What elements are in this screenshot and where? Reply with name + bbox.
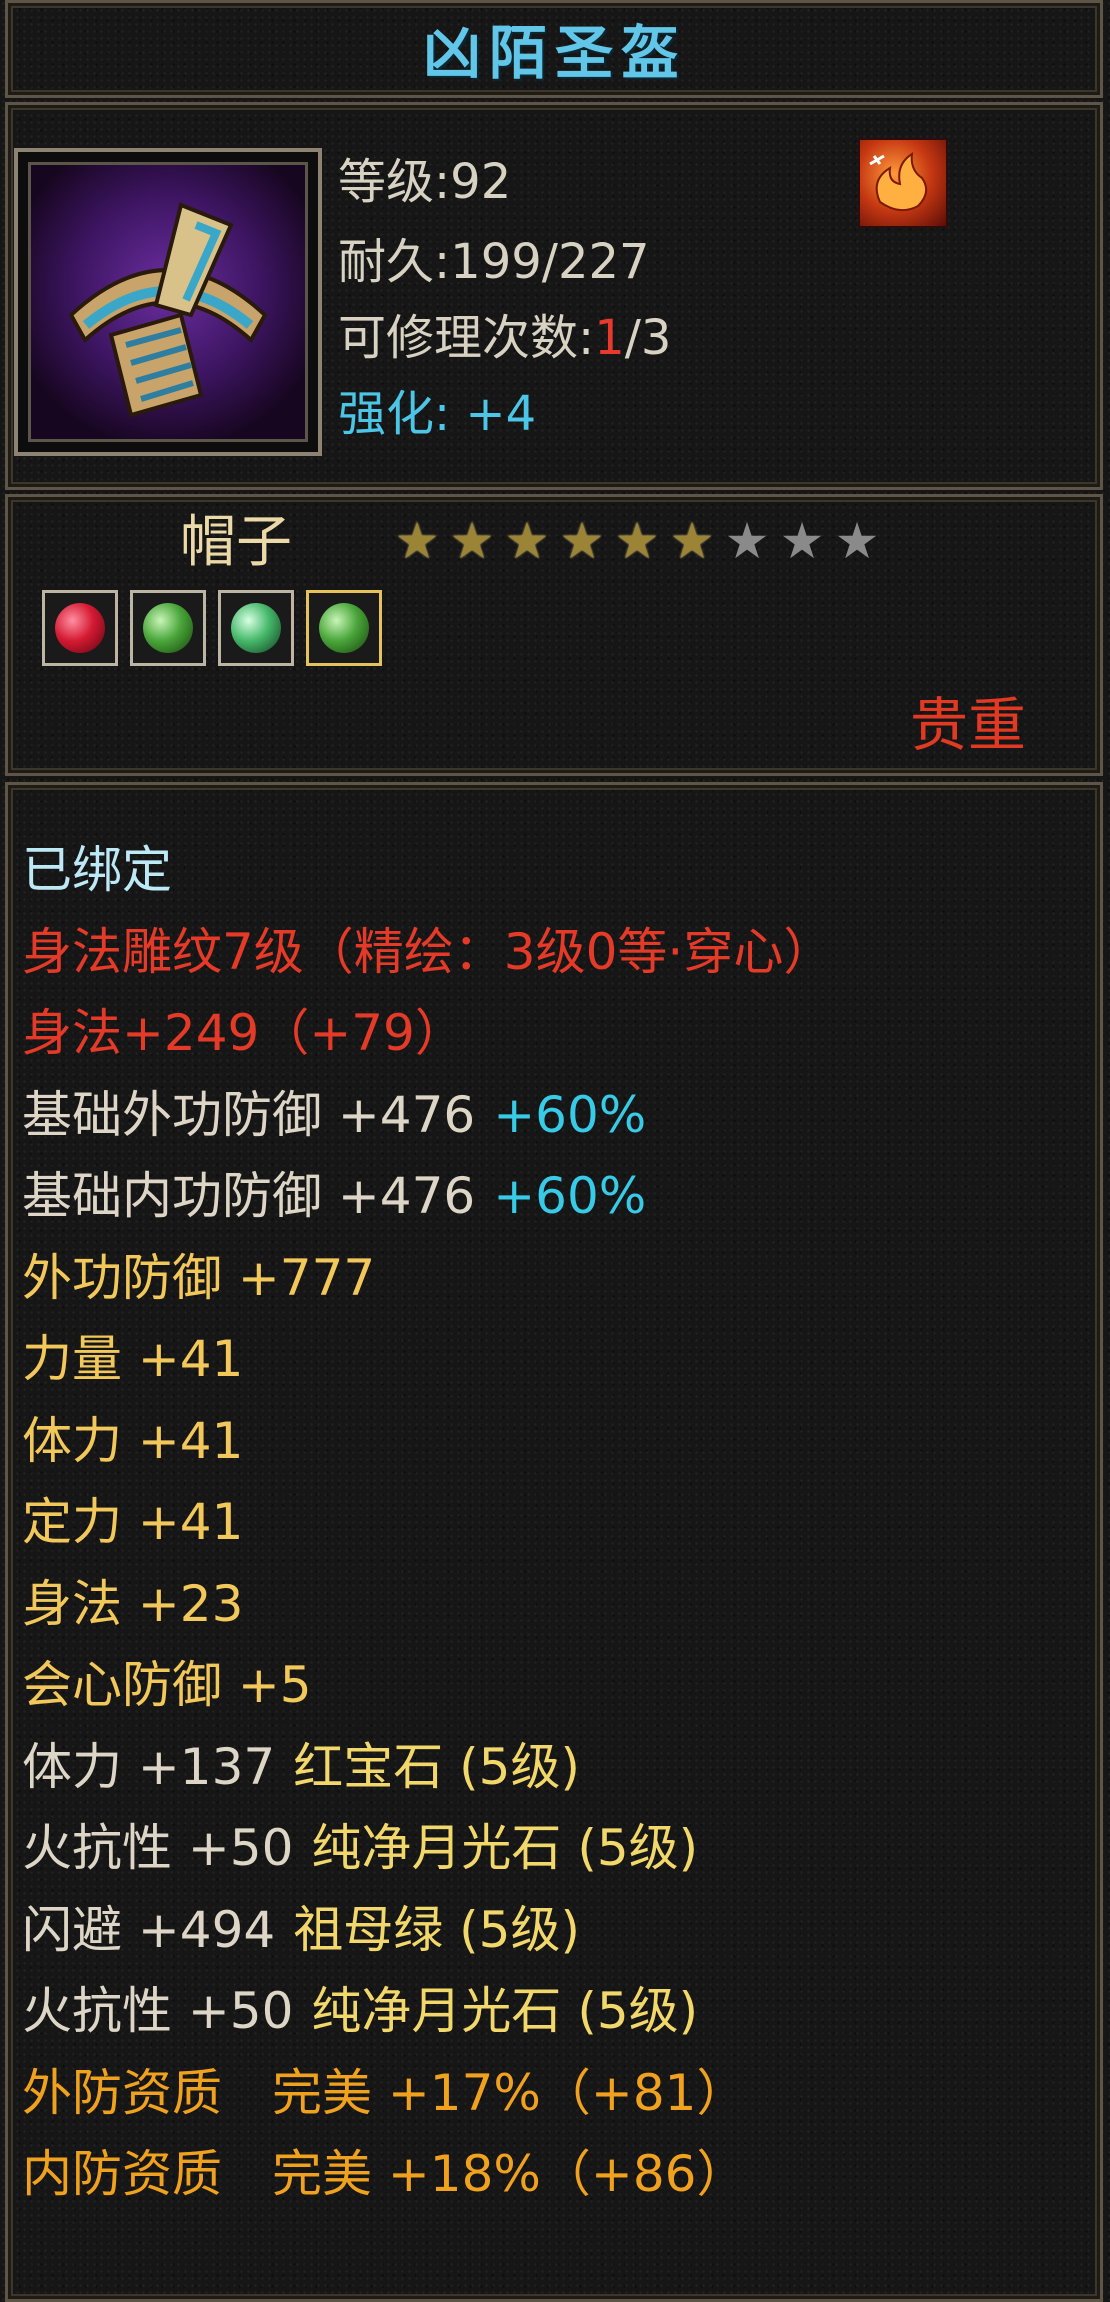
base-outer-defense-percent: +60% <box>493 1085 647 1144</box>
star-filled-icon: ★ <box>394 512 440 570</box>
star-empty-icon: ★ <box>724 512 770 570</box>
gem-slot-1[interactable] <box>42 590 118 666</box>
star-empty-icon: ★ <box>779 512 825 570</box>
gem-stat-1-source: 红宝石 (5级) <box>293 1737 580 1796</box>
gem-stat-2-source: 纯净月光石 (5级) <box>311 1819 699 1877</box>
gem-stat-2: 火抗性 +50 纯净月光石 (5级) <box>22 1808 833 1890</box>
emerald-gem-icon <box>231 603 281 653</box>
outer-defense-quality: 外防资质 完美 +17%（+81） <box>22 2063 747 2122</box>
repair-label: 可修理次数: <box>338 310 595 366</box>
item-repair-count: 可修理次数:1/3 <box>338 308 671 368</box>
gem-slot-3[interactable] <box>218 590 294 666</box>
engrave-line: 身法雕纹7级（精绘：3级0等·穿心） <box>22 922 834 981</box>
base-inner-defense: 基础内功防御 +476 +60% <box>22 1156 833 1238</box>
strength: 力量 +41 <box>22 1330 244 1388</box>
gem-slot-4[interactable] <box>306 590 382 666</box>
agility: 身法 +23 <box>22 1574 244 1633</box>
item-name: 凶陌圣盔 <box>422 19 687 87</box>
outer-defense: 外功防御 +777 <box>22 1248 376 1307</box>
inner-defense-quality: 内防资质 完美 +18%（+86） <box>22 2145 747 2203</box>
repair-used: 1 <box>594 310 625 366</box>
star-filled-icon: ★ <box>504 512 550 570</box>
base-outer-defense: 基础外功防御 +476 +60% <box>22 1075 833 1157</box>
star-filled-icon: ★ <box>559 512 605 570</box>
item-level: 等级:92 <box>338 154 512 210</box>
base-inner-defense-value: 基础内功防御 +476 <box>22 1167 476 1225</box>
gem-slot-2[interactable] <box>130 590 206 666</box>
star-empty-icon: ★ <box>834 512 880 570</box>
gem-stat-2-value: 火抗性 +50 <box>22 1819 294 1877</box>
gem-stat-1: 体力 +137 红宝石 (5级) <box>22 1727 833 1809</box>
item-strengthen: 强化: +4 <box>338 386 537 442</box>
item-rarity: 贵重 <box>910 691 1027 759</box>
base-outer-defense-value: 基础外功防御 +476 <box>22 1085 476 1144</box>
helmet-icon <box>28 162 308 442</box>
gem-stat-4-value: 火抗性 +50 <box>22 1982 294 2040</box>
gem-stat-3: 闪避 +494 祖母绿 (5级) <box>22 1890 833 1972</box>
gem-stat-3-value: 闪避 +494 <box>22 1900 276 1959</box>
item-tooltip: 凶陌圣盔 等级:92 耐久:199/227 可修理次数:1/3 强化: +4 帽… <box>0 0 1110 2302</box>
ruby-gem-icon <box>55 603 105 653</box>
gem-stat-4-source: 纯净月光石 (5级) <box>311 1982 699 2040</box>
moonstone-gem-icon <box>143 603 193 653</box>
base-inner-defense-percent: +60% <box>493 1167 647 1225</box>
item-durability: 耐久:199/227 <box>338 234 650 290</box>
fire-badge-icon <box>858 138 948 228</box>
gem-stat-4: 火抗性 +50 纯净月光石 (5级) <box>22 1971 833 2053</box>
gem-slots <box>42 590 382 666</box>
stamina: 体力 +41 <box>22 1411 244 1470</box>
repair-total: /3 <box>624 310 672 366</box>
crit-defense: 会心防御 +5 <box>22 1656 312 1714</box>
moonstone-gem-icon <box>319 603 369 653</box>
item-type: 帽子 <box>180 510 292 575</box>
focus: 定力 +41 <box>22 1493 244 1551</box>
gem-stat-3-source: 祖母绿 (5级) <box>293 1900 580 1959</box>
item-icon-frame <box>14 148 322 456</box>
star-filled-icon: ★ <box>614 512 660 570</box>
engrave-agility: 身法+249（+79） <box>22 1004 465 1062</box>
star-rating: ★ ★ ★ ★ ★ ★ ★ ★ ★ <box>392 516 882 576</box>
attribute-list: 已绑定 身法雕纹7级（精绘：3级0等·穿心） 身法+249（+79） 基础外功防… <box>22 830 833 2216</box>
star-filled-icon: ★ <box>669 512 715 570</box>
star-filled-icon: ★ <box>449 512 495 570</box>
gem-stat-1-value: 体力 +137 <box>22 1737 276 1796</box>
bound-status: 已绑定 <box>22 841 172 899</box>
